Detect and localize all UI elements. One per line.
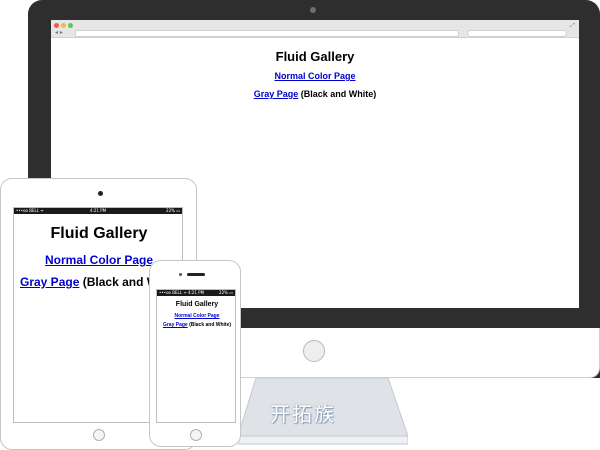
battery-label: 22% ▭ [219, 290, 233, 295]
page-title: Fluid Gallery [175, 301, 219, 308]
normal-color-page-link[interactable]: Normal Color Page [274, 71, 355, 81]
gray-page-link[interactable]: Gray Page [163, 322, 188, 328]
normal-color-page-link[interactable]: Normal Color Page [174, 313, 219, 319]
back-forward-icon[interactable]: ◂ ▸ [55, 29, 73, 37]
phone-status-bar: •••oo BELL ᯤ 4:21 PM 22% ▭ [157, 290, 235, 296]
gray-link-row: Gray Page (Black and White) [157, 322, 235, 329]
page-title: Fluid Gallery [275, 49, 355, 64]
clock-label: 4:21 PM [89, 208, 107, 213]
gray-page-link[interactable]: Gray Page [254, 89, 299, 99]
normal-link-row: Normal Color Page [157, 313, 235, 320]
phone-screen: •••oo BELL ᯤ 4:21 PM 22% ▭ Fluid Gallery… [156, 289, 236, 423]
close-dot-icon[interactable] [54, 23, 59, 28]
tablet-camera-icon [98, 191, 103, 196]
monitor-camera-icon [310, 7, 316, 13]
normal-link-row: Normal Color Page [51, 70, 579, 82]
phone-device: •••oo BELL ᯤ 4:21 PM 22% ▭ Fluid Gallery… [149, 260, 241, 447]
browser-search-input[interactable] [467, 30, 567, 37]
monitor-home-button-icon [303, 340, 325, 362]
gray-link-row: Gray Page (Black and White) [51, 88, 579, 100]
gray-page-suffix: (Black and White) [300, 89, 377, 99]
gray-page-suffix: (Black and White) [189, 322, 232, 328]
watermark-logo: 开拓族 [270, 402, 336, 426]
phone-camera-icon [179, 273, 182, 276]
gray-page-link[interactable]: Gray Page [20, 275, 79, 289]
minimize-dot-icon[interactable] [61, 23, 66, 28]
battery-label: 22% ▭ [166, 208, 180, 213]
browser-toolbar: ◂ ▸ ⤢ [51, 20, 579, 38]
page-title: Fluid Gallery [50, 225, 148, 242]
address-bar[interactable] [75, 30, 459, 37]
home-button-icon[interactable] [93, 429, 105, 441]
expand-icon[interactable]: ⤢ [570, 23, 576, 29]
phone-speaker-icon [187, 273, 205, 276]
tablet-status-bar: •••oo BELL ᯤ 4:21 PM 22% ▭ [14, 208, 182, 214]
maximize-dot-icon[interactable] [68, 23, 73, 28]
normal-color-page-link[interactable]: Normal Color Page [45, 253, 153, 267]
home-button-icon[interactable] [190, 429, 202, 441]
